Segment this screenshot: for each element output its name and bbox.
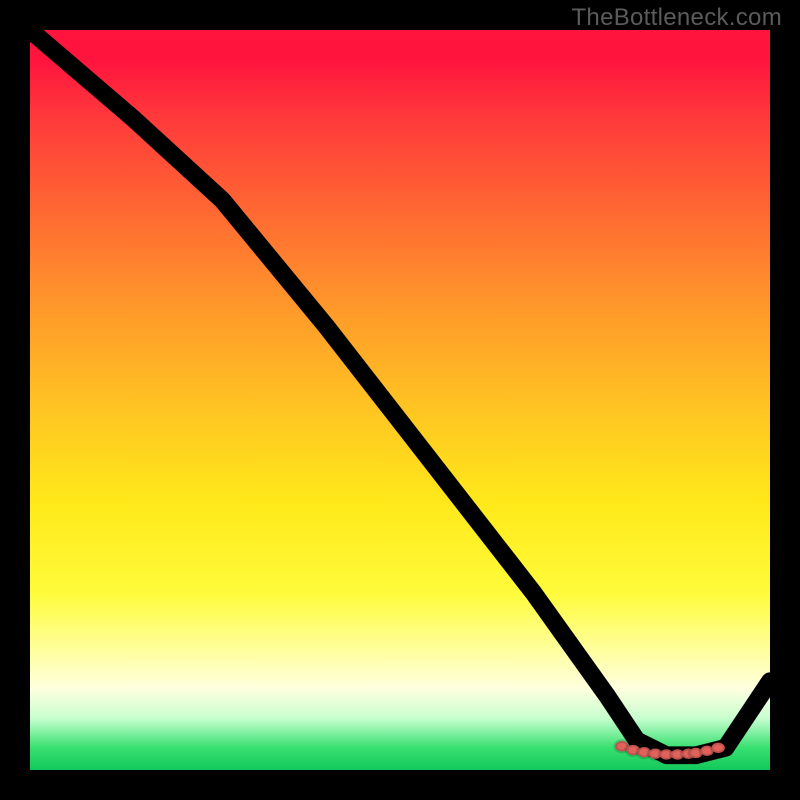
line-series-curve bbox=[30, 30, 770, 755]
chart-svg bbox=[30, 30, 770, 770]
chart-plot-area bbox=[30, 30, 770, 770]
highlight-dots-group bbox=[615, 741, 725, 760]
highlight-dot bbox=[712, 743, 725, 753]
watermark-text: TheBottleneck.com bbox=[571, 4, 782, 32]
